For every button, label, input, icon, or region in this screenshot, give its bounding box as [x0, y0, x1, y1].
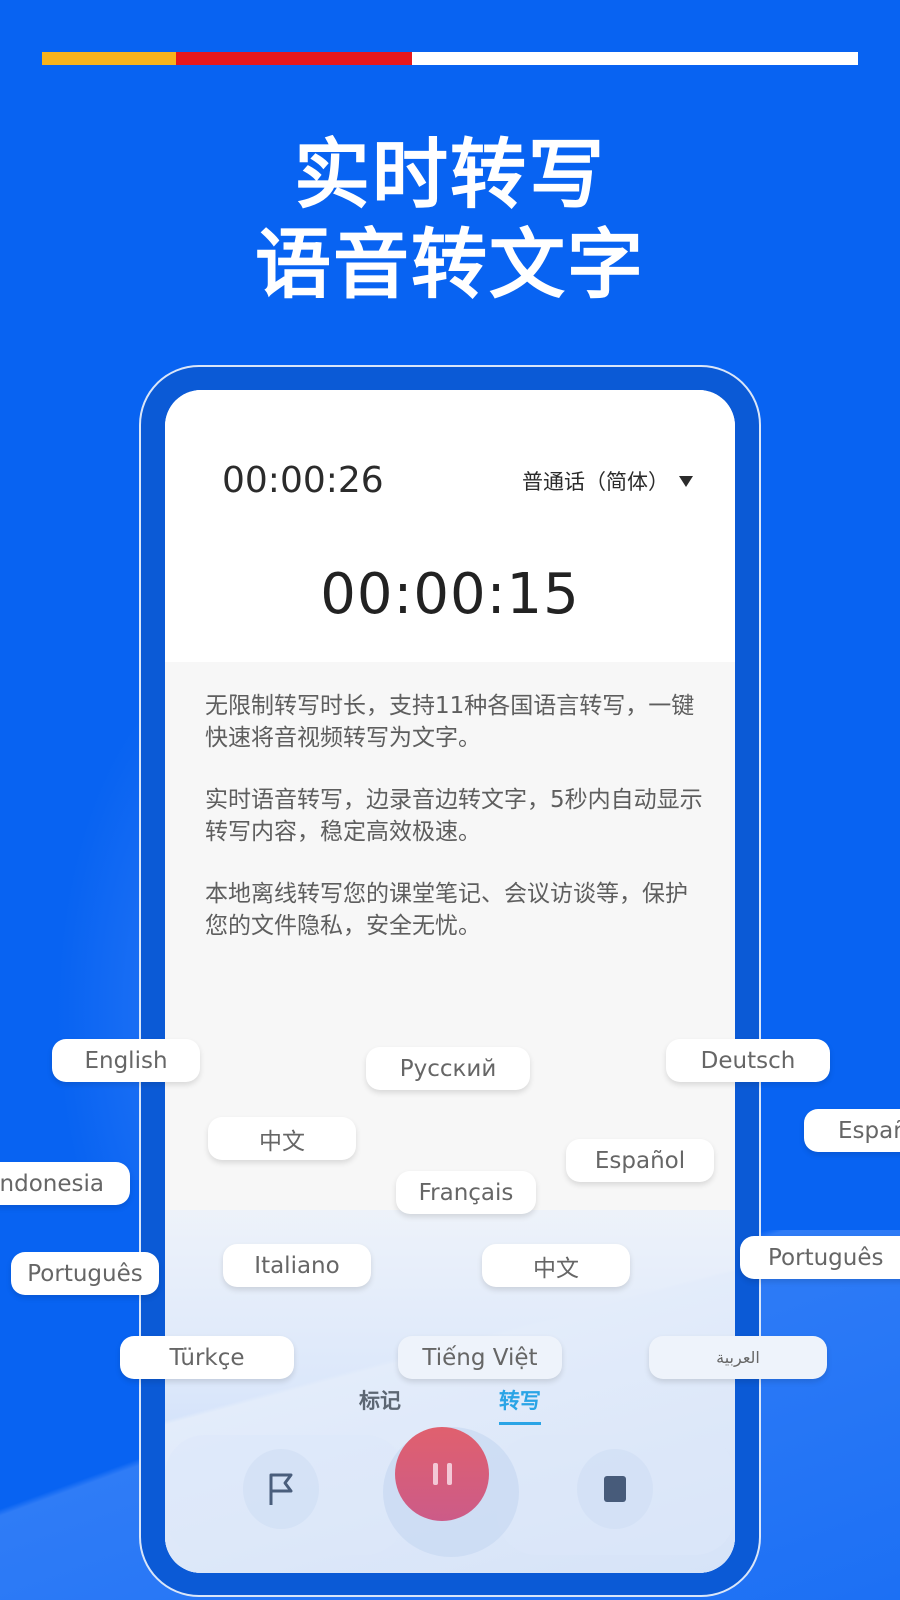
- recording-timer: 00:00:15: [320, 562, 580, 627]
- stop-icon: [604, 1476, 626, 1502]
- mark-button[interactable]: [243, 1449, 319, 1529]
- language-chip-indonesian[interactable]: ndonesia: [0, 1162, 130, 1205]
- flag-icon: [269, 1473, 293, 1505]
- language-chip-chinese[interactable]: 中文: [208, 1117, 356, 1160]
- language-chip-german[interactable]: Deutsch: [666, 1039, 830, 1082]
- pause-icon: [432, 1463, 452, 1485]
- progress-segment-yellow: [42, 52, 176, 65]
- language-chip-english[interactable]: English: [52, 1039, 200, 1082]
- tab-transcribe[interactable]: 转写: [499, 1385, 541, 1425]
- mode-tabs: 标记 转写: [165, 1385, 735, 1425]
- stop-button[interactable]: [577, 1449, 653, 1529]
- language-chip-spanish-cut[interactable]: Españ: [804, 1109, 900, 1152]
- elapsed-time: 00:00:26: [222, 460, 384, 501]
- language-chip-russian[interactable]: Русский: [366, 1047, 530, 1090]
- headline-line-1: 实时转写: [294, 130, 606, 219]
- language-chip-vietnamese[interactable]: Tiếng Việt: [398, 1336, 562, 1379]
- progress-segment-red: [176, 52, 412, 65]
- caret-down-icon: [679, 475, 693, 487]
- language-chip-portuguese-right[interactable]: Português: [740, 1236, 900, 1279]
- language-chip-italian[interactable]: Italiano: [223, 1244, 371, 1287]
- headline: 实时转写 语音转文字: [0, 130, 900, 310]
- language-chip-turkish[interactable]: Türkçe: [120, 1336, 294, 1379]
- language-dropdown[interactable]: 普通话（简体）: [522, 466, 693, 496]
- language-chip-french[interactable]: Français: [396, 1171, 536, 1214]
- language-chip-spanish[interactable]: Español: [566, 1139, 714, 1182]
- recording-header: 00:00:26 普通话（简体） 00:00:15: [165, 390, 735, 662]
- tab-mark[interactable]: 标记: [359, 1385, 401, 1425]
- language-dropdown-value: 普通话（简体）: [522, 470, 669, 494]
- transcript-paragraph: 本地离线转写您的课堂笔记、会议访谈等，保护您的文件隐私，安全无忧。: [205, 881, 688, 939]
- transcript-text: 无限制转写时长，支持11种各国语言转写，一键快速将音视频转写为文字。 实时语音转…: [205, 690, 705, 972]
- recording-controls: [165, 1427, 735, 1573]
- story-progress-bar: [42, 52, 858, 65]
- pause-button[interactable]: [395, 1427, 489, 1521]
- transcript-paragraph: 实时语音转写，边录音边转文字，5秒内自动显示转写内容，稳定高效极速。: [205, 787, 703, 845]
- language-chip-arabic[interactable]: العربية: [649, 1336, 827, 1379]
- language-chip-portuguese-left[interactable]: Português: [11, 1252, 159, 1295]
- language-chip-chinese-2[interactable]: 中文: [482, 1244, 630, 1287]
- phone-screen: 00:00:26 普通话（简体） 00:00:15 无限制转写时长，支持11种各…: [165, 390, 735, 1573]
- headline-line-2: 语音转文字: [255, 220, 645, 309]
- transcript-paragraph: 无限制转写时长，支持11种各国语言转写，一键快速将音视频转写为文字。: [205, 693, 695, 751]
